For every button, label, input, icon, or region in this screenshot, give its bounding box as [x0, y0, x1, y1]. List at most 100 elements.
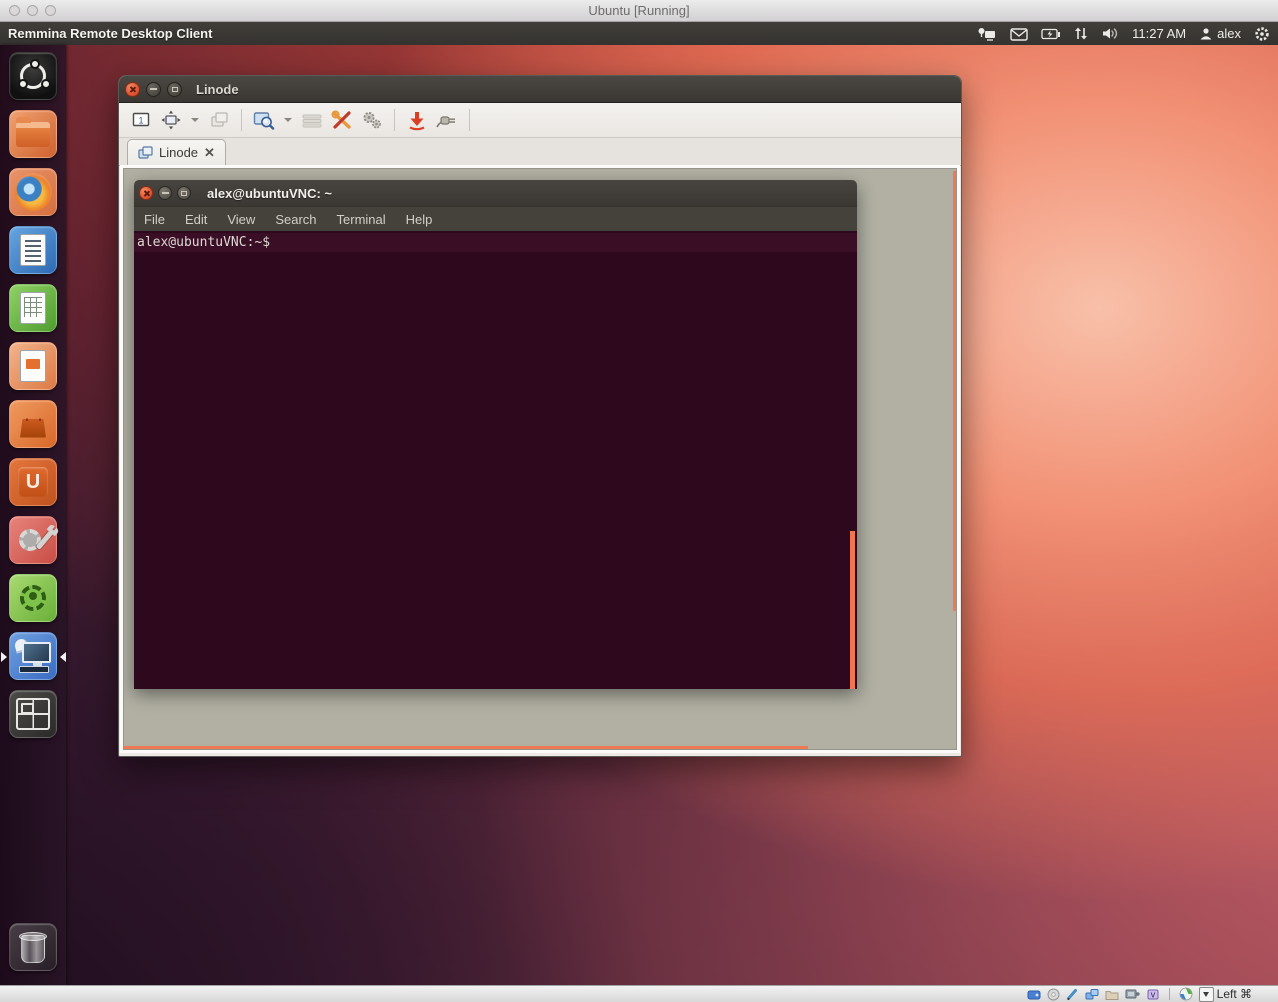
remote-desktop-view[interactable]: alex@ubuntuVNC: ~ File Edit View Search …	[123, 168, 957, 750]
launcher-item-trash[interactable]	[9, 923, 57, 971]
shared-folders-icon[interactable]	[1105, 988, 1119, 1001]
terminal-scrollbar[interactable]	[850, 531, 855, 689]
user-menu[interactable]: alex	[1199, 26, 1241, 41]
remmina-window-title: Linode	[196, 82, 239, 97]
focused-indicator-arrow	[60, 652, 66, 662]
terminal-maximize-button[interactable]	[177, 186, 191, 200]
statusbar-separator	[1169, 988, 1170, 1000]
connection-tab[interactable]: Linode ✕	[127, 139, 226, 165]
session-gear-icon[interactable]	[1254, 26, 1270, 42]
ubuntu-one-icon: U	[18, 467, 48, 497]
launcher-item-firefox[interactable]	[9, 168, 57, 216]
network-icon[interactable]	[977, 26, 997, 42]
svg-text:V: V	[1150, 992, 1155, 999]
toolbar-separator	[394, 109, 395, 131]
toolbar-separator	[469, 109, 470, 131]
sync-arrows-icon[interactable]	[1074, 26, 1088, 41]
ubuntu-logo-icon	[20, 63, 46, 89]
viewport-scrollbar-artifact	[953, 171, 957, 611]
launcher-item-dash-home[interactable]	[9, 52, 57, 100]
calc-spreadsheet-icon	[20, 292, 46, 324]
toolbar-separator	[241, 109, 242, 131]
fit-window-dropdown-caret[interactable]	[191, 118, 199, 122]
virtualbox-statusbar: V Left ⌘	[0, 985, 1278, 1002]
running-indicator-arrow	[1, 652, 7, 662]
terminal-titlebar[interactable]: alex@ubuntuVNC: ~	[134, 180, 857, 206]
launcher-item-libreoffice-impress[interactable]	[9, 342, 57, 390]
unity-launcher: U	[0, 45, 66, 985]
menu-edit[interactable]: Edit	[175, 212, 217, 227]
menu-terminal[interactable]: Terminal	[327, 212, 396, 227]
screen: { "host_window": { "title": "Ubuntu [Run…	[0, 0, 1278, 1002]
display-icon[interactable]	[1125, 988, 1140, 1001]
launcher-item-libreoffice-writer[interactable]	[9, 226, 57, 274]
duplicate-connection-button[interactable]	[205, 107, 233, 133]
remmina-titlebar[interactable]: Linode	[119, 76, 961, 103]
mouse-integration-icon[interactable]	[1179, 987, 1193, 1001]
audio-pen-icon[interactable]	[1066, 988, 1079, 1001]
scaled-mode-dropdown-caret[interactable]	[284, 118, 292, 122]
green-gear-icon	[20, 585, 46, 611]
tab-windows-icon	[138, 146, 153, 159]
firefox-icon	[14, 173, 52, 211]
volume-icon[interactable]	[1101, 26, 1119, 41]
features-chip-icon[interactable]: V	[1146, 988, 1160, 1001]
mail-icon[interactable]	[1010, 27, 1028, 41]
trash-icon	[21, 935, 45, 963]
disconnect-button[interactable]	[433, 107, 461, 133]
launcher-item-ubuntu-software-center[interactable]	[9, 400, 57, 448]
launcher-item-workspace-switcher[interactable]	[9, 690, 57, 738]
optical-disc-icon[interactable]	[1047, 988, 1060, 1001]
terminal-close-button[interactable]	[139, 186, 153, 200]
remmina-icon	[15, 639, 51, 673]
window-maximize-button[interactable]	[167, 82, 182, 97]
scaled-mode-button[interactable]	[250, 107, 278, 133]
menu-view[interactable]: View	[217, 212, 265, 227]
tools-button[interactable]	[328, 107, 356, 133]
panel-indicators: 11:27 AM alex	[977, 26, 1270, 42]
preferences-gears-button[interactable]	[358, 107, 386, 133]
tab-close-icon[interactable]: ✕	[204, 146, 215, 159]
shell-prompt: alex@ubuntuVNC:~$	[134, 235, 270, 250]
terminal-minimize-button[interactable]	[158, 186, 172, 200]
menu-file[interactable]: File	[134, 212, 175, 227]
remmina-viewport-frame: alex@ubuntuVNC: ~ File Edit View Search …	[120, 165, 960, 753]
menu-search[interactable]: Search	[265, 212, 326, 227]
terminal-body[interactable]: alex@ubuntuVNC:~$	[134, 231, 857, 689]
hdd-icon[interactable]	[1027, 988, 1041, 1001]
writer-document-icon	[20, 234, 46, 266]
terminal-menubar: File Edit View Search Terminal Help	[134, 206, 857, 231]
remote-terminal-window[interactable]: alex@ubuntuVNC: ~ File Edit View Search …	[134, 180, 857, 688]
remmina-window: Linode 1	[118, 75, 962, 757]
grab-keyboard-button[interactable]	[298, 107, 326, 133]
remmina-tabbar: Linode ✕	[119, 138, 961, 166]
clock[interactable]: 11:27 AM	[1132, 26, 1186, 41]
shopping-bag-icon	[20, 419, 46, 438]
tab-label: Linode	[159, 145, 198, 160]
host-window-titlebar: Ubuntu [Running]	[0, 0, 1278, 22]
launcher-item-remmina[interactable]	[9, 632, 57, 680]
battery-icon[interactable]	[1041, 28, 1061, 40]
toggle-fullscreen-button[interactable]: 1	[127, 107, 155, 133]
window-minimize-button[interactable]	[146, 82, 161, 97]
keyboard-capture-icon[interactable]	[1199, 987, 1214, 1002]
viewport-scrollbar-artifact-bottom	[124, 746, 808, 750]
folder-icon	[16, 122, 50, 147]
prompt-row: alex@ubuntuVNC:~$	[134, 233, 857, 252]
fit-window-button[interactable]	[157, 107, 185, 133]
menu-help[interactable]: Help	[396, 212, 443, 227]
username: alex	[1217, 26, 1241, 41]
launcher-item-software-updater[interactable]	[9, 574, 57, 622]
svg-text:1: 1	[138, 116, 143, 126]
launcher-item-ubuntu-one[interactable]: U	[9, 458, 57, 506]
minimize-to-tray-button[interactable]	[403, 107, 431, 133]
launcher-item-libreoffice-calc[interactable]	[9, 284, 57, 332]
terminal-title: alex@ubuntuVNC: ~	[207, 186, 332, 201]
launcher-item-system-settings[interactable]	[9, 516, 57, 564]
network-adapters-icon[interactable]	[1085, 988, 1099, 1001]
launcher-item-home-folder[interactable]	[9, 110, 57, 158]
host-window-title: Ubuntu [Running]	[0, 0, 1278, 22]
impress-presentation-icon	[20, 350, 46, 382]
window-close-button[interactable]	[125, 82, 140, 97]
gear-wrench-icon	[18, 525, 48, 555]
